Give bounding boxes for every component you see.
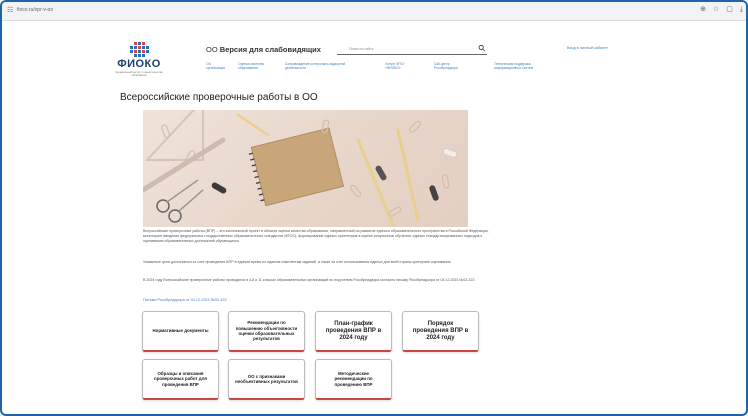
nav-line: образования	[238, 66, 258, 71]
card-label: Рекомендации по повышению объективности …	[235, 320, 298, 342]
card-methodical-recommendations[interactable]: Методические рекомендации по проведению …	[315, 359, 392, 400]
search-input[interactable]: Поиск по сайту	[349, 47, 374, 51]
zoom-icon[interactable]: ⊕	[700, 6, 706, 14]
card-label: Нормативные документы	[152, 328, 209, 334]
nav-line: информационных систем	[494, 66, 533, 71]
nav-item-tech-support[interactable]: Техническая поддержка информационных сис…	[494, 62, 533, 70]
version-prefix: OO	[206, 45, 218, 54]
stationery-illustration	[143, 110, 458, 227]
card-objectivity-recommendations[interactable]: Рекомендации по повышению объективности …	[228, 311, 305, 352]
nav-item-quality-assessment[interactable]: Оценка качества образования	[238, 62, 264, 70]
card-label: Порядок проведения ВПР в 2024 году	[412, 320, 469, 341]
card-samples-descriptions[interactable]: Образцы и описания проверочных работ для…	[142, 359, 219, 400]
browser-actions: ⊕ ☆ ▢ ⤓	[700, 6, 743, 14]
letter-link[interactable]: Письмо Рособрнадзора от 04.12.2023 №02-4…	[143, 298, 227, 302]
nav-item-call-center[interactable]: Call-центр Рособрнадзора	[434, 62, 458, 70]
nav-line: деятельности	[285, 66, 307, 71]
nav-item-organizations[interactable]: ОО организации	[206, 62, 225, 70]
page-title: Всероссийские проверочные работы в ОО	[120, 92, 318, 103]
low-vision-version-link[interactable]: OO Версия для слабовидящих	[206, 45, 321, 54]
nav-line: Рособрнадзора	[434, 66, 458, 71]
browser-address-bar: ☷ fioco.ru/vpr-v-oo ⊕ ☆ ▢ ⤓	[2, 2, 746, 21]
search-icon[interactable]: ⚲	[476, 42, 488, 54]
download-icon[interactable]: ⤓	[740, 6, 743, 14]
hero-image	[143, 110, 468, 227]
card-label: Образцы и описания проверочных работ для…	[154, 370, 207, 387]
site-logo[interactable]: ФИОКО федеральный институт оценки качест…	[115, 42, 163, 77]
goals-paragraph: Указанные цели достигаются за счет прове…	[143, 260, 452, 264]
card-normative-documents[interactable]: Нормативные документы	[142, 311, 219, 352]
logo-text: ФИОКО	[117, 58, 161, 70]
logo-subtitle: федеральный институт оценки качества обр…	[115, 71, 163, 77]
card-schedule-2024[interactable]: План-график проведения ВПР в 2024 году	[315, 311, 392, 352]
card-label: Методические рекомендации по проведению …	[334, 370, 373, 387]
card-label: План-график проведения ВПР в 2024 году	[325, 320, 382, 341]
nav-item-services[interactable]: Услуги ФГБУ «ФИОКО»	[385, 62, 405, 70]
nav-item-supervision-support[interactable]: Сопровождение контрольно-надзорной деяте…	[285, 62, 345, 70]
site-search[interactable]: Поиск по сайту ⚲	[337, 42, 488, 55]
schedule-paragraph: В 2024 году Всероссийские проверочные ра…	[143, 278, 476, 282]
browser-window: ☷ fioco.ru/vpr-v-oo ⊕ ☆ ▢ ⤓ ФИОКО федера…	[0, 0, 748, 416]
nav-line: «ФИОКО»	[385, 66, 401, 71]
intro-paragraph: Всероссийские проверочные работы (ВПР) –…	[143, 229, 489, 243]
extensions-icon[interactable]: ▢	[726, 6, 733, 14]
login-link[interactable]: Вход в личный кабинет	[567, 46, 608, 50]
version-label: Версия для слабовидящих	[219, 45, 321, 54]
nav-line: организации	[206, 66, 226, 71]
tune-icon[interactable]: ☷	[7, 6, 13, 14]
card-procedure-2024[interactable]: Порядок проведения ВПР в 2024 году	[402, 311, 479, 352]
logo-mark-icon	[129, 42, 149, 57]
card-label: ОО с признаками необъективных результато…	[235, 373, 298, 384]
card-biased-results-schools[interactable]: ОО с признаками необъективных результато…	[228, 359, 305, 400]
star-icon[interactable]: ☆	[713, 6, 719, 14]
url-field[interactable]: fioco.ru/vpr-v-oo	[17, 7, 53, 13]
